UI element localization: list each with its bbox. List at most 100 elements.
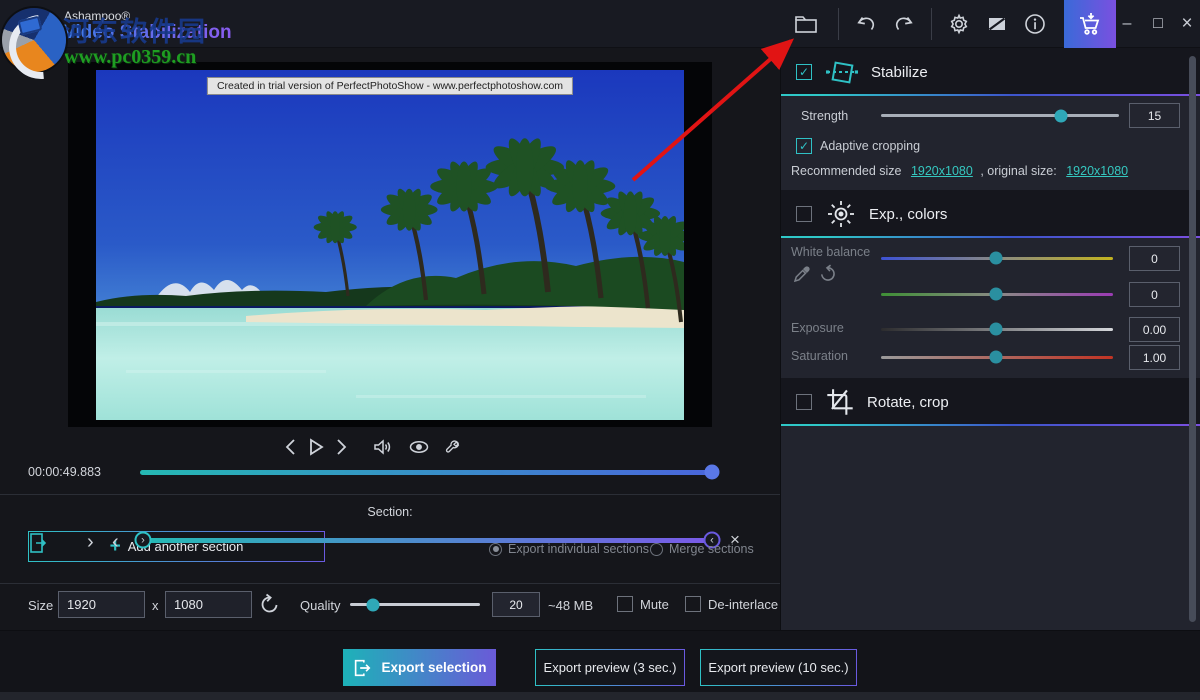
- radio-export-individual[interactable]: Export individual sections: [489, 542, 649, 556]
- eyedropper-button[interactable]: [792, 264, 812, 284]
- beach-scene: [96, 70, 684, 420]
- recommended-size-label: Recommended size: [791, 164, 901, 178]
- playhead-handle[interactable]: [705, 465, 720, 480]
- timecode: 00:00:49.883: [28, 465, 101, 479]
- close-glyph: ×: [1181, 13, 1192, 35]
- strength-slider[interactable]: [881, 114, 1119, 117]
- shopping-cart-icon: [1076, 10, 1104, 38]
- export-preview-10-label: Export preview (10 sec.): [708, 660, 848, 675]
- undo-button[interactable]: [847, 0, 885, 48]
- trial-watermark-caption: Created in trial version of PerfectPhoto…: [207, 77, 573, 95]
- checkbox-icon: ✓: [796, 138, 812, 154]
- maximize-glyph: □: [1153, 15, 1163, 33]
- export-selection-button[interactable]: Export selection: [343, 649, 496, 686]
- original-size-link[interactable]: 1920x1080: [1066, 164, 1128, 178]
- export-preview-3-button[interactable]: Export preview (3 sec.): [535, 649, 685, 686]
- section-underline: [781, 94, 1200, 96]
- preview-eye-button[interactable]: [408, 437, 430, 457]
- notes-icon: [985, 12, 1009, 36]
- section-marker-icon: [28, 530, 48, 556]
- export-icon: [352, 657, 372, 679]
- deinterlace-checkbox[interactable]: ✓ De-interlace: [685, 596, 778, 612]
- file-size-estimate: ~48 MB: [548, 598, 593, 613]
- toolbar-divider: [838, 8, 839, 40]
- minimize-glyph: –: [1123, 15, 1132, 33]
- stabilize-section-header[interactable]: ✓ Stabilize: [781, 48, 1200, 96]
- reset-white-balance-button[interactable]: [817, 263, 838, 284]
- exp-colors-section-header[interactable]: ✓ Exp., colors: [781, 190, 1200, 238]
- section-forward-chevron[interactable]: ›: [87, 531, 94, 554]
- exp-colors-enable-checkbox[interactable]: ✓: [796, 206, 812, 222]
- watermark-url: www.pc0359.cn: [64, 46, 196, 69]
- white-balance-tint-value: 0: [1129, 282, 1180, 307]
- panel-scrollbar[interactable]: [1189, 56, 1196, 622]
- export-preview-10-button[interactable]: Export preview (10 sec.): [700, 649, 857, 686]
- tools-wrench-button[interactable]: [444, 437, 464, 457]
- strength-slider-handle[interactable]: [1055, 110, 1068, 123]
- player-transport: [280, 436, 352, 458]
- buy-button[interactable]: [1064, 0, 1116, 48]
- radio-merge-sections[interactable]: Merge sections: [650, 542, 754, 556]
- exposure-label: Exposure: [791, 321, 844, 335]
- adaptive-cropping-checkbox[interactable]: ✓ Adaptive cropping: [796, 138, 920, 154]
- radio-icon: [489, 543, 502, 556]
- saturation-handle[interactable]: [990, 351, 1003, 364]
- stabilize-title: Stabilize: [871, 64, 928, 81]
- title-bar: Ashampoo® Video Stabilization 河东软件园: [0, 0, 1200, 48]
- export-selection-label: Export selection: [381, 660, 486, 675]
- deinterlace-label: De-interlace: [708, 597, 778, 612]
- white-balance-temp-handle[interactable]: [990, 252, 1003, 265]
- rotate-crop-section-header[interactable]: ✓ Rotate, crop: [781, 378, 1200, 426]
- radio-icon: [650, 543, 663, 556]
- section-back-chevron[interactable]: ‹: [112, 531, 119, 554]
- radio-merge-label: Merge sections: [669, 542, 754, 556]
- bottom-strip: [0, 692, 1200, 700]
- white-balance-temp-value: 0: [1129, 246, 1180, 271]
- open-file-button[interactable]: [787, 0, 825, 48]
- changelog-button[interactable]: [978, 0, 1016, 48]
- stabilize-icon: [825, 57, 859, 87]
- rotate-crop-enable-checkbox[interactable]: ✓: [796, 394, 812, 410]
- app-logo: [2, 8, 66, 72]
- exp-colors-title: Exp., colors: [869, 206, 947, 223]
- times-label: x: [152, 598, 159, 613]
- info-button[interactable]: [1016, 0, 1054, 48]
- minimize-button[interactable]: –: [1112, 0, 1142, 48]
- playback-timeline[interactable]: [140, 470, 712, 475]
- section-underline: [781, 236, 1200, 238]
- original-size-label: , original size:: [980, 164, 1056, 178]
- close-button[interactable]: ×: [1172, 0, 1200, 48]
- app-window: Ashampoo® Video Stabilization 河东软件园: [0, 0, 1200, 700]
- rotate-crop-title: Rotate, crop: [867, 394, 949, 411]
- play-button[interactable]: [307, 437, 325, 457]
- maximize-button[interactable]: □: [1143, 0, 1173, 48]
- quality-label: Quality: [300, 598, 340, 613]
- saturation-value: 1.00: [1129, 345, 1180, 370]
- recommended-size-link[interactable]: 1920x1080: [911, 164, 973, 178]
- width-input[interactable]: [58, 591, 145, 618]
- white-balance-label: White balance: [791, 245, 870, 259]
- checkbox-icon: ✓: [617, 596, 633, 612]
- mute-checkbox[interactable]: ✓ Mute: [617, 596, 669, 612]
- info-icon: [1023, 12, 1047, 36]
- previous-frame-button[interactable]: [283, 437, 299, 457]
- section-start-handle[interactable]: ›: [135, 532, 152, 549]
- reset-size-button[interactable]: [258, 592, 282, 616]
- section-panel-title: Section:: [0, 505, 780, 519]
- quality-slider-handle[interactable]: [367, 599, 380, 612]
- export-bar: Export selection Export preview (3 sec.)…: [0, 630, 1200, 692]
- player-tools: [368, 436, 468, 458]
- stabilize-enable-checkbox[interactable]: ✓: [796, 64, 812, 80]
- redo-button[interactable]: [885, 0, 923, 48]
- saturation-label: Saturation: [791, 349, 848, 363]
- settings-button[interactable]: [940, 0, 978, 48]
- volume-button[interactable]: [372, 437, 394, 457]
- next-frame-button[interactable]: [333, 437, 349, 457]
- divider: [0, 494, 780, 495]
- exposure-handle[interactable]: [990, 323, 1003, 336]
- video-preview[interactable]: Created in trial version of PerfectPhoto…: [96, 70, 684, 420]
- quality-value: 20: [492, 592, 540, 617]
- add-section-button[interactable]: + Add another section: [28, 531, 325, 562]
- white-balance-tint-handle[interactable]: [990, 288, 1003, 301]
- height-input[interactable]: [165, 591, 252, 618]
